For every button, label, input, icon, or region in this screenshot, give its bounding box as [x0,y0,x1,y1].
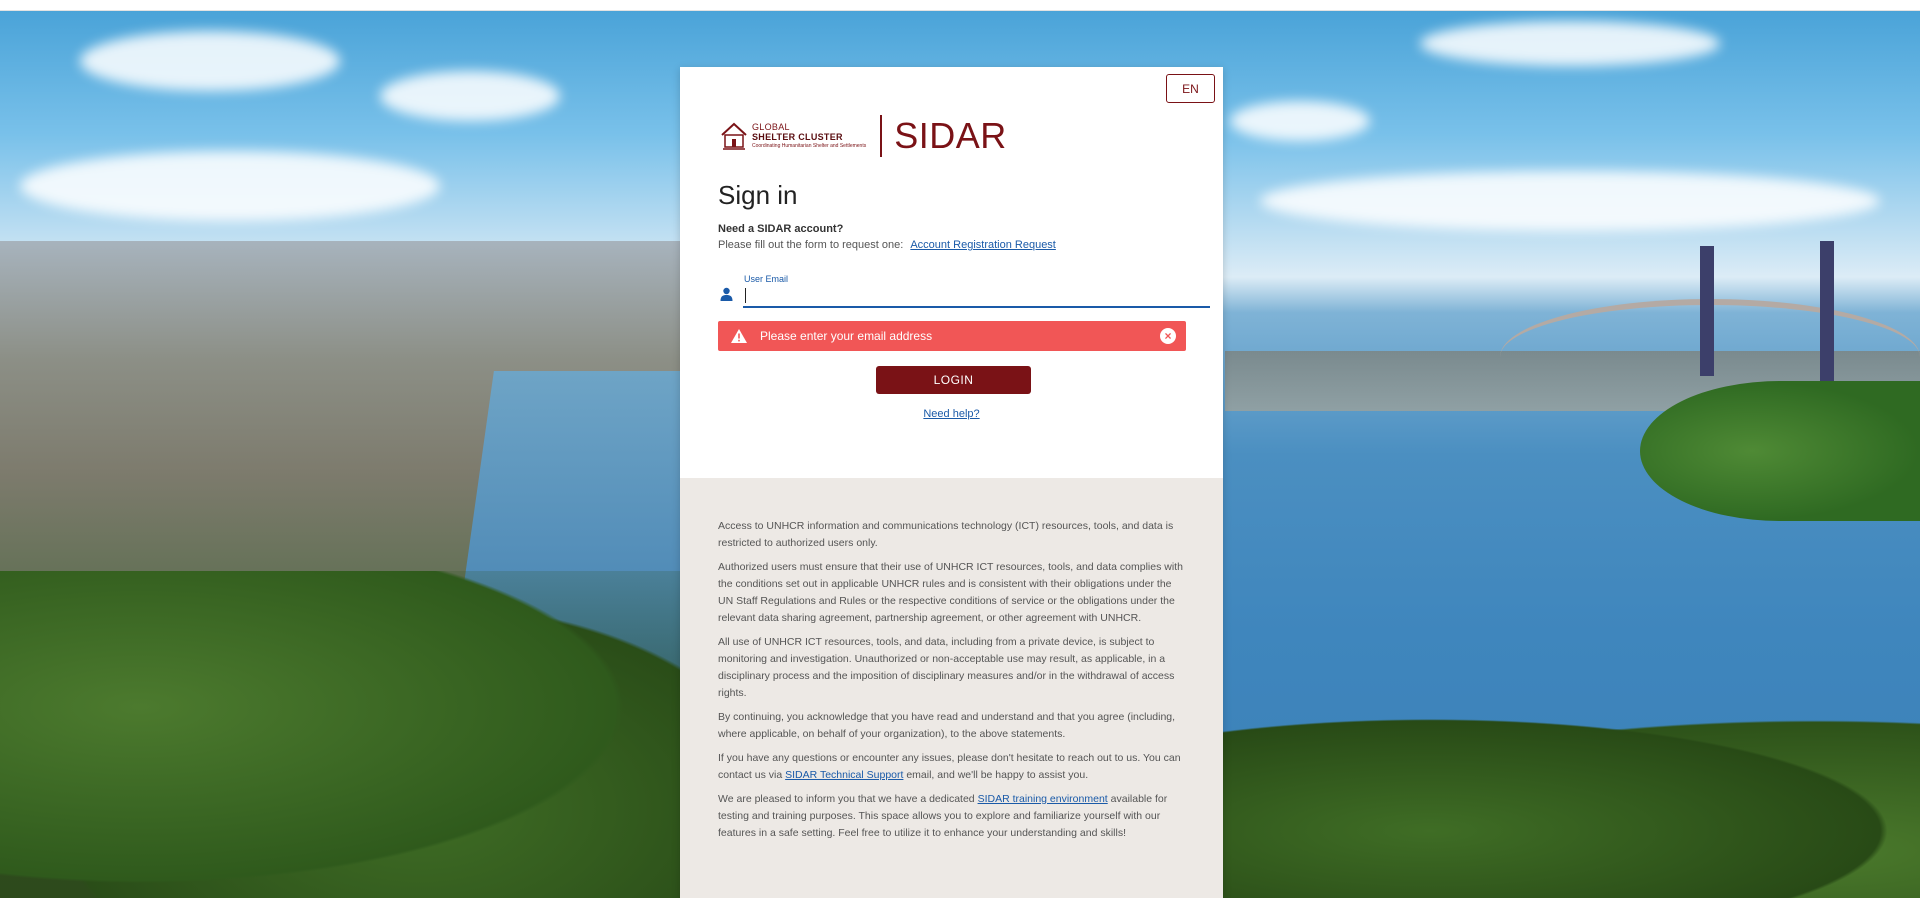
request-account-label: Please fill out the form to request one: [718,239,904,251]
warning-icon [731,329,747,343]
logo-divider [880,115,883,157]
language-selector[interactable]: EN [1166,74,1215,103]
notice-paragraph: We are pleased to inform you that we hav… [718,791,1188,842]
cloud [380,71,560,121]
email-label: User Email [744,274,789,284]
cloud [1260,171,1880,231]
account-registration-link[interactable]: Account Registration Request [910,239,1056,251]
technical-support-link[interactable]: SIDAR Technical Support [785,769,903,781]
notice-paragraph: All use of UNHCR ICT resources, tools, a… [718,636,1175,699]
cloud [80,31,340,91]
user-icon [720,287,733,301]
login-button[interactable]: LOGIN [876,366,1031,394]
trees [1640,381,1920,521]
app-name: SIDAR [894,115,1007,156]
page-title: Sign in [718,180,798,210]
shelter-cluster-logo-icon [721,122,747,150]
email-field[interactable] [743,285,1210,308]
org-line2: SHELTER CLUSTER [752,132,843,142]
text-caret [745,288,746,303]
close-icon[interactable]: × [1160,328,1176,344]
notice-paragraph: Authorized users must ensure that their … [718,561,1183,624]
cloud [20,151,440,221]
trees [1220,711,1920,898]
notice-paragraph: If you have any questions or encounter a… [718,750,1188,784]
notice-text: email, and we'll be happy to assist you. [906,769,1089,781]
login-card: EN GLOBAL SHELTER CLUSTER Coordinating H… [680,67,1223,898]
cloud [1230,101,1370,141]
bridge-tower [1700,246,1714,376]
training-environment-link[interactable]: SIDAR training environment [978,793,1108,805]
legal-notice-body: Access to UNHCR information and communic… [718,518,1188,849]
org-name: GLOBAL SHELTER CLUSTER Coordinating Huma… [752,123,866,149]
error-alert: Please enter your email address × [718,321,1186,351]
legal-notice: Access to UNHCR information and communic… [680,478,1223,898]
org-line1: GLOBAL [752,122,790,132]
need-account-text: Need a SIDAR account? [718,223,844,235]
request-account-text: Please fill out the form to request one:… [718,239,1056,251]
error-message: Please enter your email address [760,329,933,343]
brand-logo: GLOBAL SHELTER CLUSTER Coordinating Huma… [720,115,1007,157]
bridge-tower [1820,241,1834,381]
cloud [1420,21,1720,66]
need-help-container: Need help? [680,408,1223,420]
org-tagline: Coordinating Humanitarian Shelter and Se… [752,143,867,149]
trees [0,571,700,898]
notice-text: We are pleased to inform you that we hav… [718,793,975,805]
browser-top-strip [0,0,1920,11]
notice-paragraph: Access to UNHCR information and communic… [718,520,1174,549]
notice-paragraph: By continuing, you acknowledge that you … [718,711,1176,740]
need-help-link[interactable]: Need help? [923,408,979,420]
